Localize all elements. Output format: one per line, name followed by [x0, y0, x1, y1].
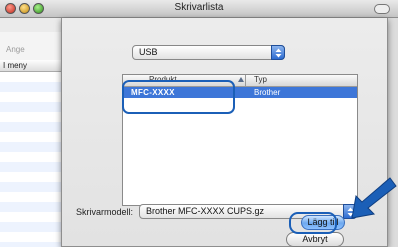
background-ange-label: Ange — [6, 45, 25, 54]
popup-arrows-icon — [271, 45, 285, 60]
connection-type-value: USB — [139, 47, 158, 57]
printer-model-label: Skrivarmodell: — [76, 207, 134, 217]
connection-type-popup[interactable]: USB — [132, 45, 285, 60]
background-meny-label: I meny — [3, 61, 28, 70]
toolbar-toggle-button[interactable] — [374, 4, 390, 14]
window-title: Skrivarlista — [174, 2, 224, 13]
printer-model-value: Brother MFC-XXXX CUPS.gz — [146, 206, 265, 216]
column-header-type[interactable]: Typ — [254, 75, 267, 84]
window-titlebar: Skrivarlista — [0, 0, 398, 18]
sort-arrow-icon — [238, 77, 244, 82]
background-list — [0, 72, 62, 247]
pointer-arrow-icon — [351, 177, 397, 219]
column-divider — [245, 75, 246, 86]
list-item-type: Brother — [254, 88, 281, 97]
selection-highlight-outline — [122, 80, 235, 114]
cancel-button[interactable]: Avbryt — [286, 232, 344, 247]
add-button-highlight-outline — [289, 212, 337, 234]
